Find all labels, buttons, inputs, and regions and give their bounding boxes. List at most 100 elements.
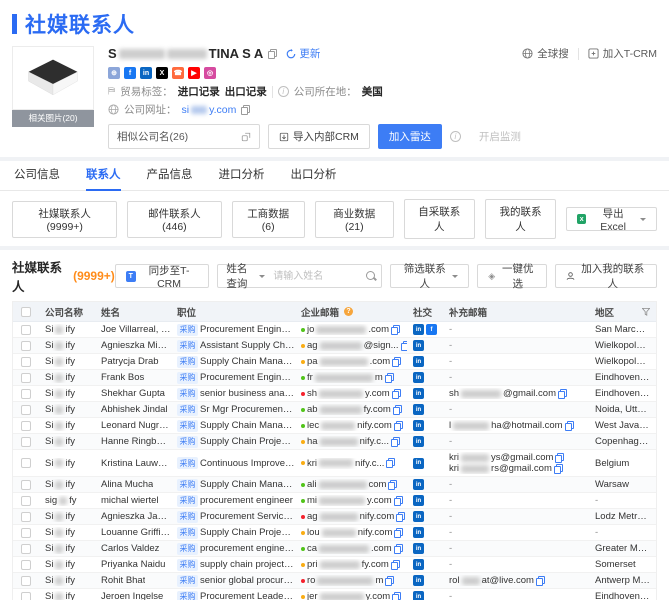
copy-icon[interactable] xyxy=(385,575,395,586)
row-checkbox[interactable] xyxy=(21,543,31,554)
row-checkbox[interactable] xyxy=(21,340,31,351)
phone-icon[interactable]: ☎ xyxy=(172,67,184,79)
pill-社媒联系人[interactable]: 社媒联系人(9999+) xyxy=(12,200,118,238)
linkedin-icon[interactable]: in xyxy=(413,479,424,490)
pill-商业数据[interactable]: 商业数据(21) xyxy=(314,200,394,238)
linkedin-icon[interactable]: in xyxy=(413,591,424,600)
linkedin-icon[interactable]: in xyxy=(140,67,152,79)
linkedin-icon[interactable]: in xyxy=(413,559,424,570)
tab-出口分析[interactable]: 出口分析 xyxy=(291,161,337,191)
filter-contacts-dropdown[interactable]: 筛选联系人 xyxy=(390,263,470,290)
join-tcrm-button[interactable]: 加入T-CRM xyxy=(588,46,657,61)
linkedin-icon[interactable]: in xyxy=(413,436,424,447)
search-icon[interactable] xyxy=(365,270,376,282)
copy-icon[interactable] xyxy=(392,404,402,415)
row-checkbox[interactable] xyxy=(21,527,31,538)
row-checkbox[interactable] xyxy=(21,404,31,415)
copy-icon[interactable] xyxy=(393,420,403,431)
linkedin-icon[interactable]: in xyxy=(413,543,424,554)
company-image[interactable]: 相关图片(20) xyxy=(12,46,94,149)
copy-icon[interactable] xyxy=(396,511,406,522)
copy-icon[interactable] xyxy=(535,575,545,586)
copy-icon[interactable] xyxy=(392,356,402,367)
row-checkbox[interactable] xyxy=(21,388,31,399)
tab-公司信息[interactable]: 公司信息 xyxy=(14,161,60,191)
row-checkbox[interactable] xyxy=(21,324,31,335)
copy-icon[interactable] xyxy=(564,420,574,431)
copy-website-icon[interactable] xyxy=(241,104,251,115)
youtube-icon[interactable]: ▶ xyxy=(188,67,200,79)
tab-进口分析[interactable]: 进口分析 xyxy=(219,161,265,191)
export-excel-button[interactable]: x 导出 Excel xyxy=(566,207,657,233)
copy-icon[interactable] xyxy=(390,436,400,447)
row-checkbox[interactable] xyxy=(21,420,31,431)
linkedin-icon[interactable]: in xyxy=(413,388,424,399)
refresh-company-button[interactable]: 更新 xyxy=(286,46,320,61)
join-radar-button[interactable]: 加入雷达 xyxy=(377,124,442,149)
linkedin-icon[interactable]: in xyxy=(413,457,424,469)
one-click-optimize-button[interactable]: ◈ 一键优选 xyxy=(477,263,548,290)
copy-icon[interactable] xyxy=(386,458,396,468)
export-records-link[interactable]: 出口记录 xyxy=(225,84,267,99)
linkedin-icon[interactable]: in xyxy=(413,324,424,335)
copy-icon[interactable] xyxy=(393,543,403,554)
linkedin-icon[interactable]: in xyxy=(413,372,424,383)
row-checkbox[interactable] xyxy=(21,511,31,522)
similar-companies-button[interactable]: 相似公司名(26) xyxy=(108,124,260,149)
copy-icon[interactable] xyxy=(391,388,401,399)
related-images-label[interactable]: 相关图片(20) xyxy=(12,110,94,127)
linkedin-icon[interactable]: in xyxy=(413,404,424,415)
name-query-dropdown[interactable]: 姓名查询 xyxy=(218,263,273,290)
tab-联系人[interactable]: 联系人 xyxy=(86,161,121,191)
linkedin-icon[interactable]: in xyxy=(413,575,424,586)
global-search-button[interactable]: 全球搜 xyxy=(522,46,569,61)
linkedin-icon[interactable]: in xyxy=(413,527,424,538)
company-website-link[interactable]: si y.com xyxy=(182,104,237,116)
copy-icon[interactable] xyxy=(555,452,565,463)
row-checkbox[interactable] xyxy=(21,372,31,383)
linkedin-icon[interactable]: in xyxy=(413,356,424,367)
name-search-input[interactable] xyxy=(273,265,366,287)
copy-icon[interactable] xyxy=(553,463,563,474)
pill-自采联系人[interactable]: 自采联系人 xyxy=(403,199,475,239)
x-icon[interactable]: X xyxy=(156,67,168,79)
copy-icon[interactable] xyxy=(557,388,567,399)
pill-我的联系人[interactable]: 我的联系人 xyxy=(484,199,557,239)
copy-icon[interactable] xyxy=(391,324,400,335)
sync-tcrm-button[interactable]: T 同步至T-CRM xyxy=(114,264,210,290)
pill-邮件联系人[interactable]: 邮件联系人(446) xyxy=(127,200,222,238)
row-checkbox[interactable] xyxy=(21,591,31,600)
linkedin-icon[interactable]: in xyxy=(413,511,424,522)
tab-产品信息[interactable]: 产品信息 xyxy=(147,161,193,191)
copy-icon[interactable] xyxy=(388,479,398,490)
facebook-icon[interactable]: f xyxy=(124,67,136,79)
add-my-contacts-button[interactable]: 加入我的联系人 xyxy=(555,263,657,290)
linkedin-icon[interactable]: in xyxy=(413,340,424,351)
facebook-icon[interactable]: f xyxy=(426,324,437,335)
import-records-link[interactable]: 进口记录 xyxy=(178,84,220,99)
row-checkbox[interactable] xyxy=(21,436,31,447)
copy-company-name-icon[interactable] xyxy=(268,48,278,59)
copy-icon[interactable] xyxy=(394,527,404,538)
linkedin-icon[interactable]: in xyxy=(413,495,424,506)
copy-icon[interactable] xyxy=(393,495,403,506)
filter-icon[interactable] xyxy=(642,307,650,316)
pill-工商数据[interactable]: 工商数据(6) xyxy=(231,200,305,238)
copy-icon[interactable] xyxy=(390,559,400,570)
row-checkbox[interactable] xyxy=(21,575,31,586)
row-checkbox[interactable] xyxy=(21,458,31,468)
start-monitor-button[interactable]: 开启监测 xyxy=(469,124,531,149)
copy-icon[interactable] xyxy=(392,591,402,600)
instagram-icon[interactable]: ◎ xyxy=(204,67,216,79)
help-icon[interactable]: ? xyxy=(344,307,354,316)
row-checkbox[interactable] xyxy=(21,356,31,367)
import-internal-crm-button[interactable]: 导入内部CRM xyxy=(268,124,370,149)
select-all-checkbox[interactable] xyxy=(21,306,31,317)
row-checkbox[interactable] xyxy=(21,479,31,490)
row-checkbox[interactable] xyxy=(21,495,31,506)
copy-icon[interactable] xyxy=(400,340,407,351)
row-checkbox[interactable] xyxy=(21,559,31,570)
website-icon[interactable]: ⊕ xyxy=(108,67,120,79)
copy-icon[interactable] xyxy=(384,372,394,383)
linkedin-icon[interactable]: in xyxy=(413,420,424,431)
